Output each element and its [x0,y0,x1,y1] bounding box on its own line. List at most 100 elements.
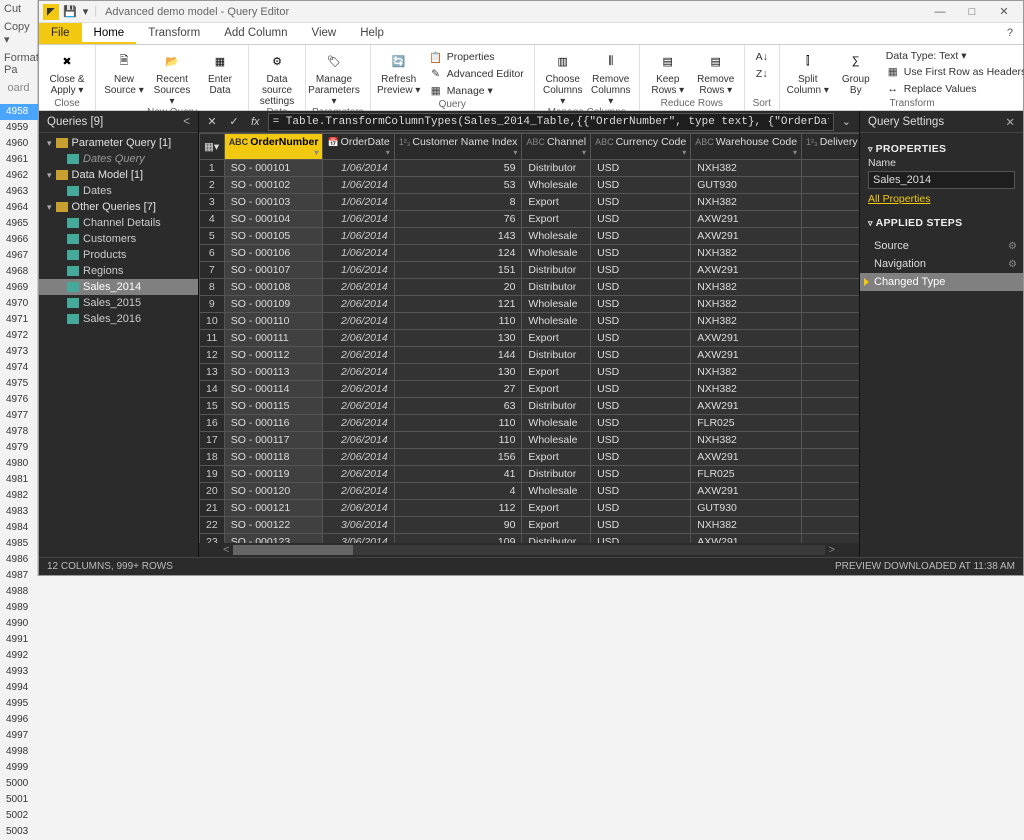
outer-row-number[interactable]: 4977 [0,408,38,424]
cell[interactable]: 1/06/2014 [323,177,394,194]
cell[interactable]: USD [591,483,691,500]
close-settings-icon[interactable]: ✕ [1005,115,1015,129]
cell[interactable]: NXH382 [691,517,802,534]
cell[interactable]: 110 [394,415,522,432]
cell[interactable]: 27 [394,381,522,398]
formula-commit-icon[interactable]: ✓ [225,113,243,131]
row-number[interactable]: 16 [200,415,225,432]
table-row[interactable]: 21SO - 0001212/06/2014112ExportUSDGUT930 [200,500,860,517]
cell[interactable]: Wholesale [522,177,591,194]
cell[interactable]: USD [591,279,691,296]
cell[interactable]: Wholesale [522,296,591,313]
cell[interactable] [802,398,859,415]
cell[interactable]: Export [522,381,591,398]
cell[interactable]: SO - 000107 [224,262,323,279]
outer-row-number[interactable]: 4995 [0,696,38,712]
table-row[interactable]: 9SO - 0001092/06/2014121WholesaleUSDNXH3… [200,296,860,313]
row-number[interactable]: 7 [200,262,225,279]
tab-add-column[interactable]: Add Column [212,23,299,44]
outer-row-number[interactable]: 4999 [0,760,38,776]
cell[interactable] [802,262,859,279]
row-number[interactable]: 8 [200,279,225,296]
cell[interactable]: USD [591,228,691,245]
cell[interactable]: 59 [394,160,522,177]
table-row[interactable]: 16SO - 0001162/06/2014110WholesaleUSDFLR… [200,415,860,432]
cell[interactable]: SO - 000106 [224,245,323,262]
cell[interactable]: Wholesale [522,483,591,500]
outer-row-number[interactable]: 4966 [0,232,38,248]
group-by-button[interactable]: ∑GroupBy [834,47,878,96]
cell[interactable]: Distributor [522,534,591,544]
cell[interactable]: Export [522,364,591,381]
cell[interactable]: SO - 000123 [224,534,323,544]
cell[interactable]: 130 [394,330,522,347]
table-row[interactable]: 13SO - 0001132/06/2014130ExportUSDNXH382 [200,364,860,381]
query-item[interactable]: Channel Details [39,215,198,231]
cell[interactable]: 151 [394,262,522,279]
outer-row-number[interactable]: 4976 [0,392,38,408]
query-name-input[interactable] [868,171,1015,189]
outer-row-number[interactable]: 4960 [0,136,38,152]
table-row[interactable]: 7SO - 0001071/06/2014151DistributorUSDAX… [200,262,860,279]
cell[interactable] [802,415,859,432]
outer-row-number[interactable]: 4992 [0,648,38,664]
cell[interactable]: AXW291 [691,449,802,466]
cell[interactable]: 1/06/2014 [323,211,394,228]
cell[interactable]: USD [591,211,691,228]
outer-row-number[interactable]: 5003 [0,824,38,840]
cell[interactable]: AXW291 [691,330,802,347]
row-number[interactable]: 5 [200,228,225,245]
refresh-preview-button[interactable]: 🔄RefreshPreview ▾ [377,47,421,96]
cell[interactable]: 2/06/2014 [323,381,394,398]
cell[interactable]: SO - 000112 [224,347,323,364]
table-row[interactable]: 17SO - 0001172/06/2014110WholesaleUSDNXH… [200,432,860,449]
collapse-queries-icon[interactable]: < [183,116,190,128]
cell[interactable]: GUT930 [691,177,802,194]
cell[interactable]: SO - 000115 [224,398,323,415]
outer-row-number[interactable]: 4968 [0,264,38,280]
cell[interactable]: SO - 000108 [224,279,323,296]
scroll-thumb[interactable] [233,545,353,555]
cell[interactable]: USD [591,381,691,398]
cell[interactable]: SO - 000110 [224,313,323,330]
tab-view[interactable]: View [300,23,349,44]
cell[interactable]: Wholesale [522,313,591,330]
manage-button[interactable]: ▦Manage ▾ [425,83,528,99]
cell[interactable] [802,296,859,313]
cell[interactable]: 112 [394,500,522,517]
outer-row-number[interactable]: 4979 [0,440,38,456]
cell[interactable]: 2/06/2014 [323,330,394,347]
manage-parameters-button[interactable]: 🏷ManageParameters ▾ [312,47,356,107]
cell[interactable]: USD [591,500,691,517]
cell[interactable]: SO - 000101 [224,160,323,177]
outer-row-number[interactable]: 4967 [0,248,38,264]
cell[interactable] [802,245,859,262]
outer-row-number[interactable]: 4959 [0,120,38,136]
table-row[interactable]: 12SO - 0001122/06/2014144DistributorUSDA… [200,347,860,364]
cell[interactable]: 1/06/2014 [323,262,394,279]
outer-row-number[interactable]: 4983 [0,504,38,520]
query-item[interactable]: Products [39,247,198,263]
save-icon[interactable]: 💾 [63,5,77,18]
outer-row-number[interactable]: 4972 [0,328,38,344]
cell[interactable]: AXW291 [691,211,802,228]
outer-row-number[interactable]: 4987 [0,568,38,584]
cell[interactable]: 1/06/2014 [323,228,394,245]
cell[interactable] [802,194,859,211]
cell[interactable]: 76 [394,211,522,228]
cell[interactable]: SO - 000122 [224,517,323,534]
cell[interactable]: Export [522,330,591,347]
outer-row-number[interactable]: 4996 [0,712,38,728]
cell[interactable]: Export [522,500,591,517]
data-source-settings-button[interactable]: ⚙Data sourcesettings [255,47,299,107]
cell[interactable]: USD [591,194,691,211]
row-number[interactable]: 18 [200,449,225,466]
horizontal-scrollbar[interactable]: < > [199,543,859,557]
cell[interactable]: Export [522,449,591,466]
cell[interactable] [802,347,859,364]
cell[interactable]: 2/06/2014 [323,415,394,432]
cell[interactable]: SO - 000118 [224,449,323,466]
all-properties-link[interactable]: All Properties [868,193,930,205]
cell[interactable]: 2/06/2014 [323,364,394,381]
table-row[interactable]: 5SO - 0001051/06/2014143WholesaleUSDAXW2… [200,228,860,245]
